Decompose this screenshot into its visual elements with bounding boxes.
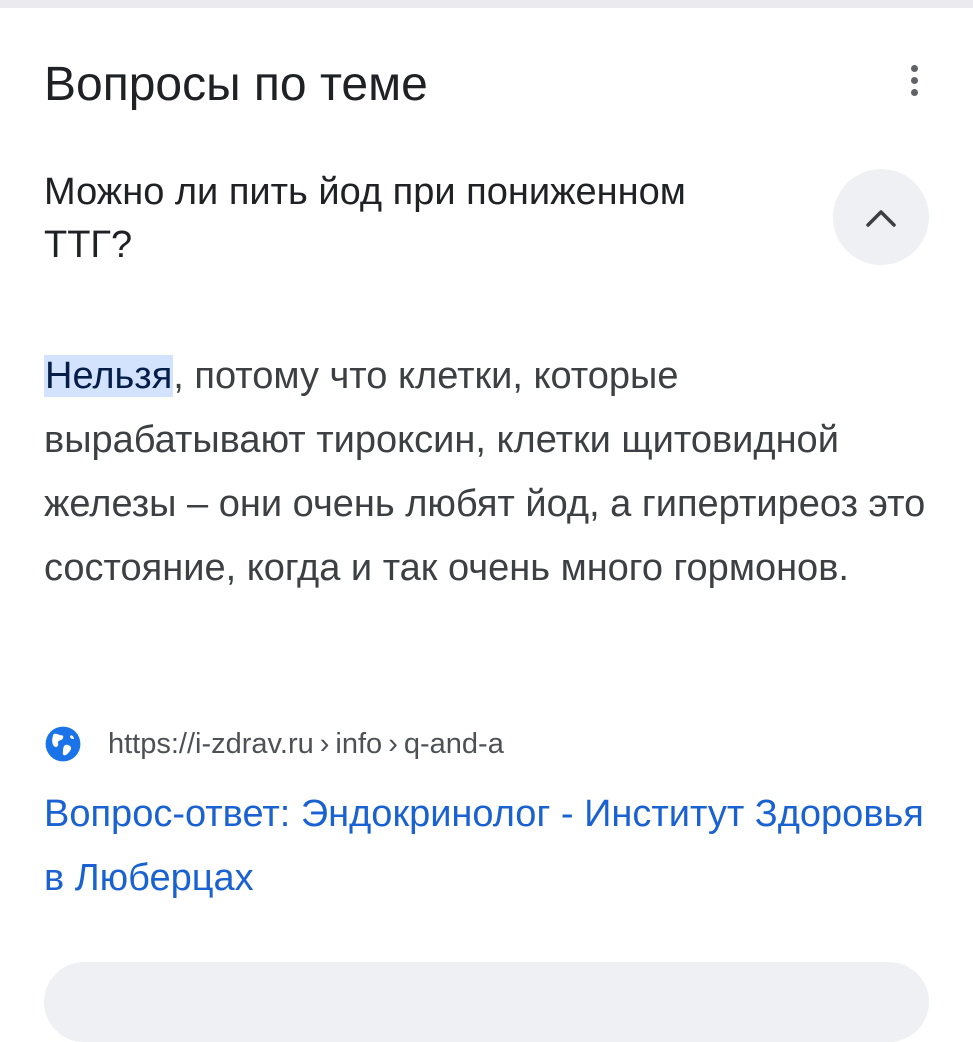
source-url: https://i-zdrav.ru › info › q-and-a	[108, 728, 504, 761]
source-url-base: https://i-zdrav.ru	[108, 727, 314, 760]
source-row[interactable]: https://i-zdrav.ru › info › q-and-a	[44, 722, 504, 766]
question-text[interactable]: Можно ли пить йод при пониженном ТТГ?	[44, 166, 744, 272]
answer-highlight: Нельзя	[44, 355, 174, 397]
more-options-button[interactable]	[896, 58, 932, 102]
globe-icon	[44, 725, 82, 763]
result-title-link[interactable]: Вопрос-ответ: Эндокринолог - Институт Зд…	[44, 782, 944, 910]
breadcrumb-separator: ›	[388, 727, 398, 760]
answer-text: Нельзя, потому что клетки, которые выраб…	[44, 344, 944, 600]
source-url-segment: info	[335, 727, 383, 760]
next-question-card[interactable]	[44, 962, 929, 1042]
answer-body: , потому что клетки, которые вырабатываю…	[44, 355, 926, 589]
more-vert-icon-dot	[910, 88, 918, 96]
collapse-answer-button[interactable]	[833, 169, 929, 265]
chevron-up-icon	[866, 210, 896, 227]
breadcrumb-separator: ›	[319, 727, 330, 760]
top-divider	[0, 0, 973, 8]
source-url-segment: q-and-a	[403, 727, 504, 760]
more-vert-icon-dot	[910, 76, 918, 84]
more-vert-icon	[910, 64, 918, 72]
section-title: Вопросы по теме	[44, 58, 428, 111]
